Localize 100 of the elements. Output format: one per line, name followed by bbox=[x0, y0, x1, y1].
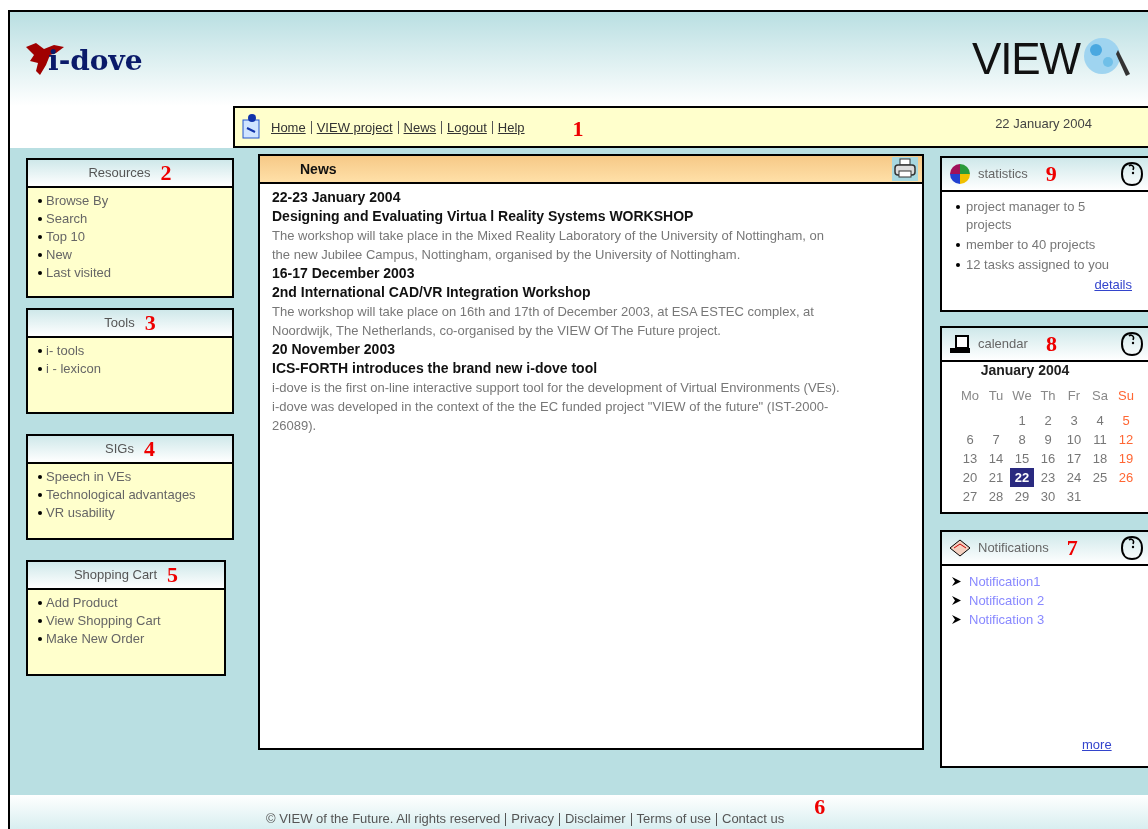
calendar-day[interactable]: 18 bbox=[1088, 449, 1112, 468]
nav-link[interactable]: Help bbox=[497, 118, 525, 138]
calendar-day[interactable]: 20 bbox=[958, 468, 982, 487]
annotation-number: 6 bbox=[814, 796, 826, 818]
nav-link[interactable]: News bbox=[403, 118, 437, 138]
news-body: i-dove is the first on-line interactive support tool for the development of Virtual Environments (VEs). i-dove was developed in the context of the the EC funded project "VIEW of the future" (IST-2000-26089). bbox=[272, 379, 841, 435]
calendar-day[interactable]: 22 bbox=[1010, 468, 1034, 487]
annotation-number: 3 bbox=[144, 312, 156, 334]
annotation-number: 2 bbox=[160, 162, 172, 184]
sidebar-link[interactable]: Make New Order bbox=[46, 630, 145, 648]
sidebar-link[interactable]: New bbox=[46, 246, 72, 264]
notification-link[interactable]: Notification 3 bbox=[969, 610, 1045, 629]
nav-link[interactable]: Logout bbox=[447, 118, 487, 138]
calendar-day[interactable]: 4 bbox=[1088, 411, 1112, 430]
annotation-number: 5 bbox=[167, 564, 179, 586]
calendar-day[interactable]: 30 bbox=[1036, 487, 1060, 506]
calendar-day[interactable]: 9 bbox=[1036, 430, 1060, 449]
calendar-day[interactable]: 1 bbox=[1010, 411, 1034, 430]
news-headline: 2nd International CAD/VR Integration Workshop bbox=[272, 283, 592, 302]
nav-link[interactable]: VIEW project bbox=[316, 118, 393, 138]
calendar-day[interactable]: 17 bbox=[1062, 449, 1086, 468]
news-date: 20 November 2003 bbox=[272, 340, 396, 359]
calendar-day[interactable]: 23 bbox=[1036, 468, 1060, 487]
calendar-day[interactable]: 21 bbox=[984, 468, 1008, 487]
calendar-day[interactable]: 13 bbox=[958, 449, 982, 468]
panel-title: SIGs bbox=[105, 440, 134, 459]
calendar-day[interactable]: 28 bbox=[984, 487, 1008, 506]
calendar-day[interactable]: 24 bbox=[1062, 468, 1086, 487]
calendar-day[interactable]: 19 bbox=[1114, 449, 1138, 468]
calendar-day[interactable]: 14 bbox=[984, 449, 1008, 468]
calendar-day[interactable]: 27 bbox=[958, 487, 982, 506]
news-headline: Designing and Evaluating Virtua l Reality Systems WORKSHOP bbox=[272, 207, 695, 226]
head-icon[interactable] bbox=[1120, 535, 1144, 561]
more-link[interactable]: more bbox=[1082, 735, 1148, 754]
sidebar-link[interactable]: Last visited bbox=[46, 264, 112, 282]
panel-title: statistics bbox=[978, 165, 1028, 184]
annotation-number: 4 bbox=[143, 438, 155, 460]
weekday-label: Tu bbox=[987, 387, 1005, 405]
annotation-number: 8 bbox=[1045, 333, 1057, 355]
calendar-day[interactable]: 8 bbox=[1010, 430, 1034, 449]
printer-icon[interactable] bbox=[892, 157, 918, 181]
footer-link[interactable]: Contact us bbox=[722, 809, 785, 829]
notification-link[interactable]: Notification 2 bbox=[969, 591, 1045, 610]
footer-link[interactable]: Terms of use bbox=[636, 809, 711, 829]
sidebar-link[interactable]: Add Product bbox=[46, 594, 118, 612]
calendar-day[interactable]: 25 bbox=[1088, 468, 1112, 487]
date-text: 22 January 2004 bbox=[995, 115, 1092, 133]
sidebar-link[interactable]: Technological advantages bbox=[46, 486, 196, 504]
footer-link[interactable]: Privacy bbox=[511, 809, 554, 829]
news-body: The workshop will take place on 16th and 17th of December 2003, at ESA ESTEC complex, at Noordwijk, The Netherlands, co-organised by the VIEW Of The Future project. bbox=[272, 303, 815, 340]
weekday-label: Fr bbox=[1066, 387, 1082, 405]
calendar-day[interactable]: 16 bbox=[1036, 449, 1060, 468]
sidebar-link[interactable]: VR usability bbox=[46, 504, 115, 522]
weekday-label: Mo bbox=[959, 387, 981, 405]
statistic-text: member to 40 projects bbox=[966, 236, 1096, 254]
head-icon[interactable] bbox=[1120, 161, 1144, 187]
calendar-day[interactable]: 6 bbox=[958, 430, 982, 449]
arrow-icon bbox=[952, 577, 961, 586]
panel-title: Notifications bbox=[978, 539, 1049, 558]
weekday-label: Su bbox=[1117, 387, 1135, 405]
annotation-number: 7 bbox=[1066, 537, 1078, 559]
arrow-icon bbox=[952, 615, 961, 624]
weekday-label: Th bbox=[1039, 387, 1057, 405]
sidebar-link[interactable]: Search bbox=[46, 210, 88, 228]
sidebar-link[interactable]: Speech in VEs bbox=[46, 468, 132, 486]
calendar-day[interactable]: 10 bbox=[1062, 430, 1086, 449]
calendar-day[interactable]: 7 bbox=[984, 430, 1008, 449]
calendar-day[interactable]: 15 bbox=[1010, 449, 1034, 468]
logo-text: i-dove bbox=[48, 47, 143, 75]
calendar-day[interactable]: 11 bbox=[1088, 430, 1112, 449]
sidebar-link[interactable]: Top 10 bbox=[46, 228, 86, 246]
annotation-number: 9 bbox=[1045, 163, 1057, 185]
calendar-day[interactable]: 12 bbox=[1114, 430, 1138, 449]
footer-link[interactable]: Disclaimer bbox=[564, 809, 626, 829]
notification-link[interactable]: Notification1 bbox=[969, 572, 1041, 591]
panel-title: Shopping Cart bbox=[73, 566, 158, 585]
details-link[interactable]: details bbox=[1094, 276, 1132, 294]
calendar-day[interactable]: 31 bbox=[1062, 487, 1086, 506]
calendar-day[interactable]: 2 bbox=[1036, 411, 1060, 430]
panel-title: News bbox=[300, 159, 337, 179]
pie-chart-icon bbox=[948, 162, 972, 186]
annotation-number: 1 bbox=[572, 118, 584, 140]
calendar-day[interactable]: 26 bbox=[1114, 468, 1138, 487]
calendar-day[interactable]: 5 bbox=[1114, 411, 1138, 430]
panel-title: calendar bbox=[978, 335, 1028, 354]
calendar-month: January 2004 bbox=[979, 362, 1071, 378]
sidebar-link[interactable]: i - lexicon bbox=[46, 360, 101, 378]
partner-logo-text: VIEW bbox=[971, 37, 1080, 81]
head-icon[interactable] bbox=[1120, 331, 1144, 357]
calendar-day[interactable]: 3 bbox=[1062, 411, 1086, 430]
weekday-label: We bbox=[1011, 387, 1033, 405]
sidebar-link[interactable]: i- tools bbox=[46, 342, 85, 360]
calendar-day[interactable]: 29 bbox=[1010, 487, 1034, 506]
news-date: 16-17 December 2003 bbox=[272, 264, 416, 283]
weekday-label: Sa bbox=[1091, 387, 1109, 405]
sidebar-link[interactable]: Browse By bbox=[46, 192, 109, 210]
nav-link[interactable]: Home bbox=[271, 118, 306, 138]
panel-title: Tools bbox=[104, 314, 135, 333]
sidebar-link[interactable]: View Shopping Cart bbox=[46, 612, 161, 630]
news-body: The workshop will take place in the Mixed Reality Laboratory of the University of Nottingham, on the new Jubilee Campus, Nottingham, organised by the University of Nottingham. bbox=[272, 227, 826, 264]
